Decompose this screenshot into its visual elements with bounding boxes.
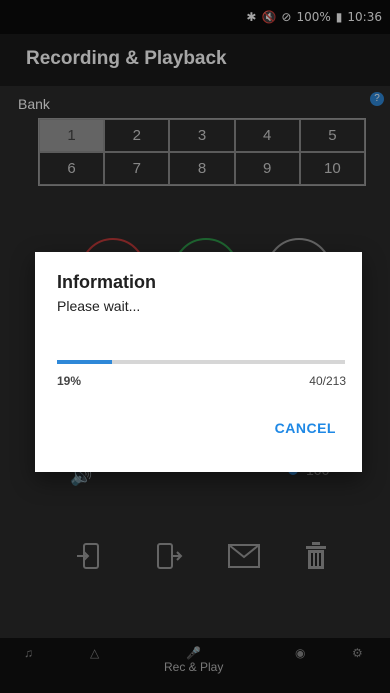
progress-count: 40/213 (309, 374, 346, 388)
dialog-title: Information (57, 272, 156, 292)
cancel-button[interactable]: CANCEL (275, 420, 336, 436)
progress-fill (57, 360, 112, 364)
app-screen: ✱ 🔇 ⊘ 100% ▮ 10:36 Recording & Playback … (0, 0, 390, 693)
dialog-message: Please wait... (57, 298, 141, 314)
progress-percent: 19% (57, 374, 82, 388)
information-dialog: Information Please wait... 19% 40/213 CA… (35, 252, 362, 472)
progress-track (57, 360, 345, 364)
